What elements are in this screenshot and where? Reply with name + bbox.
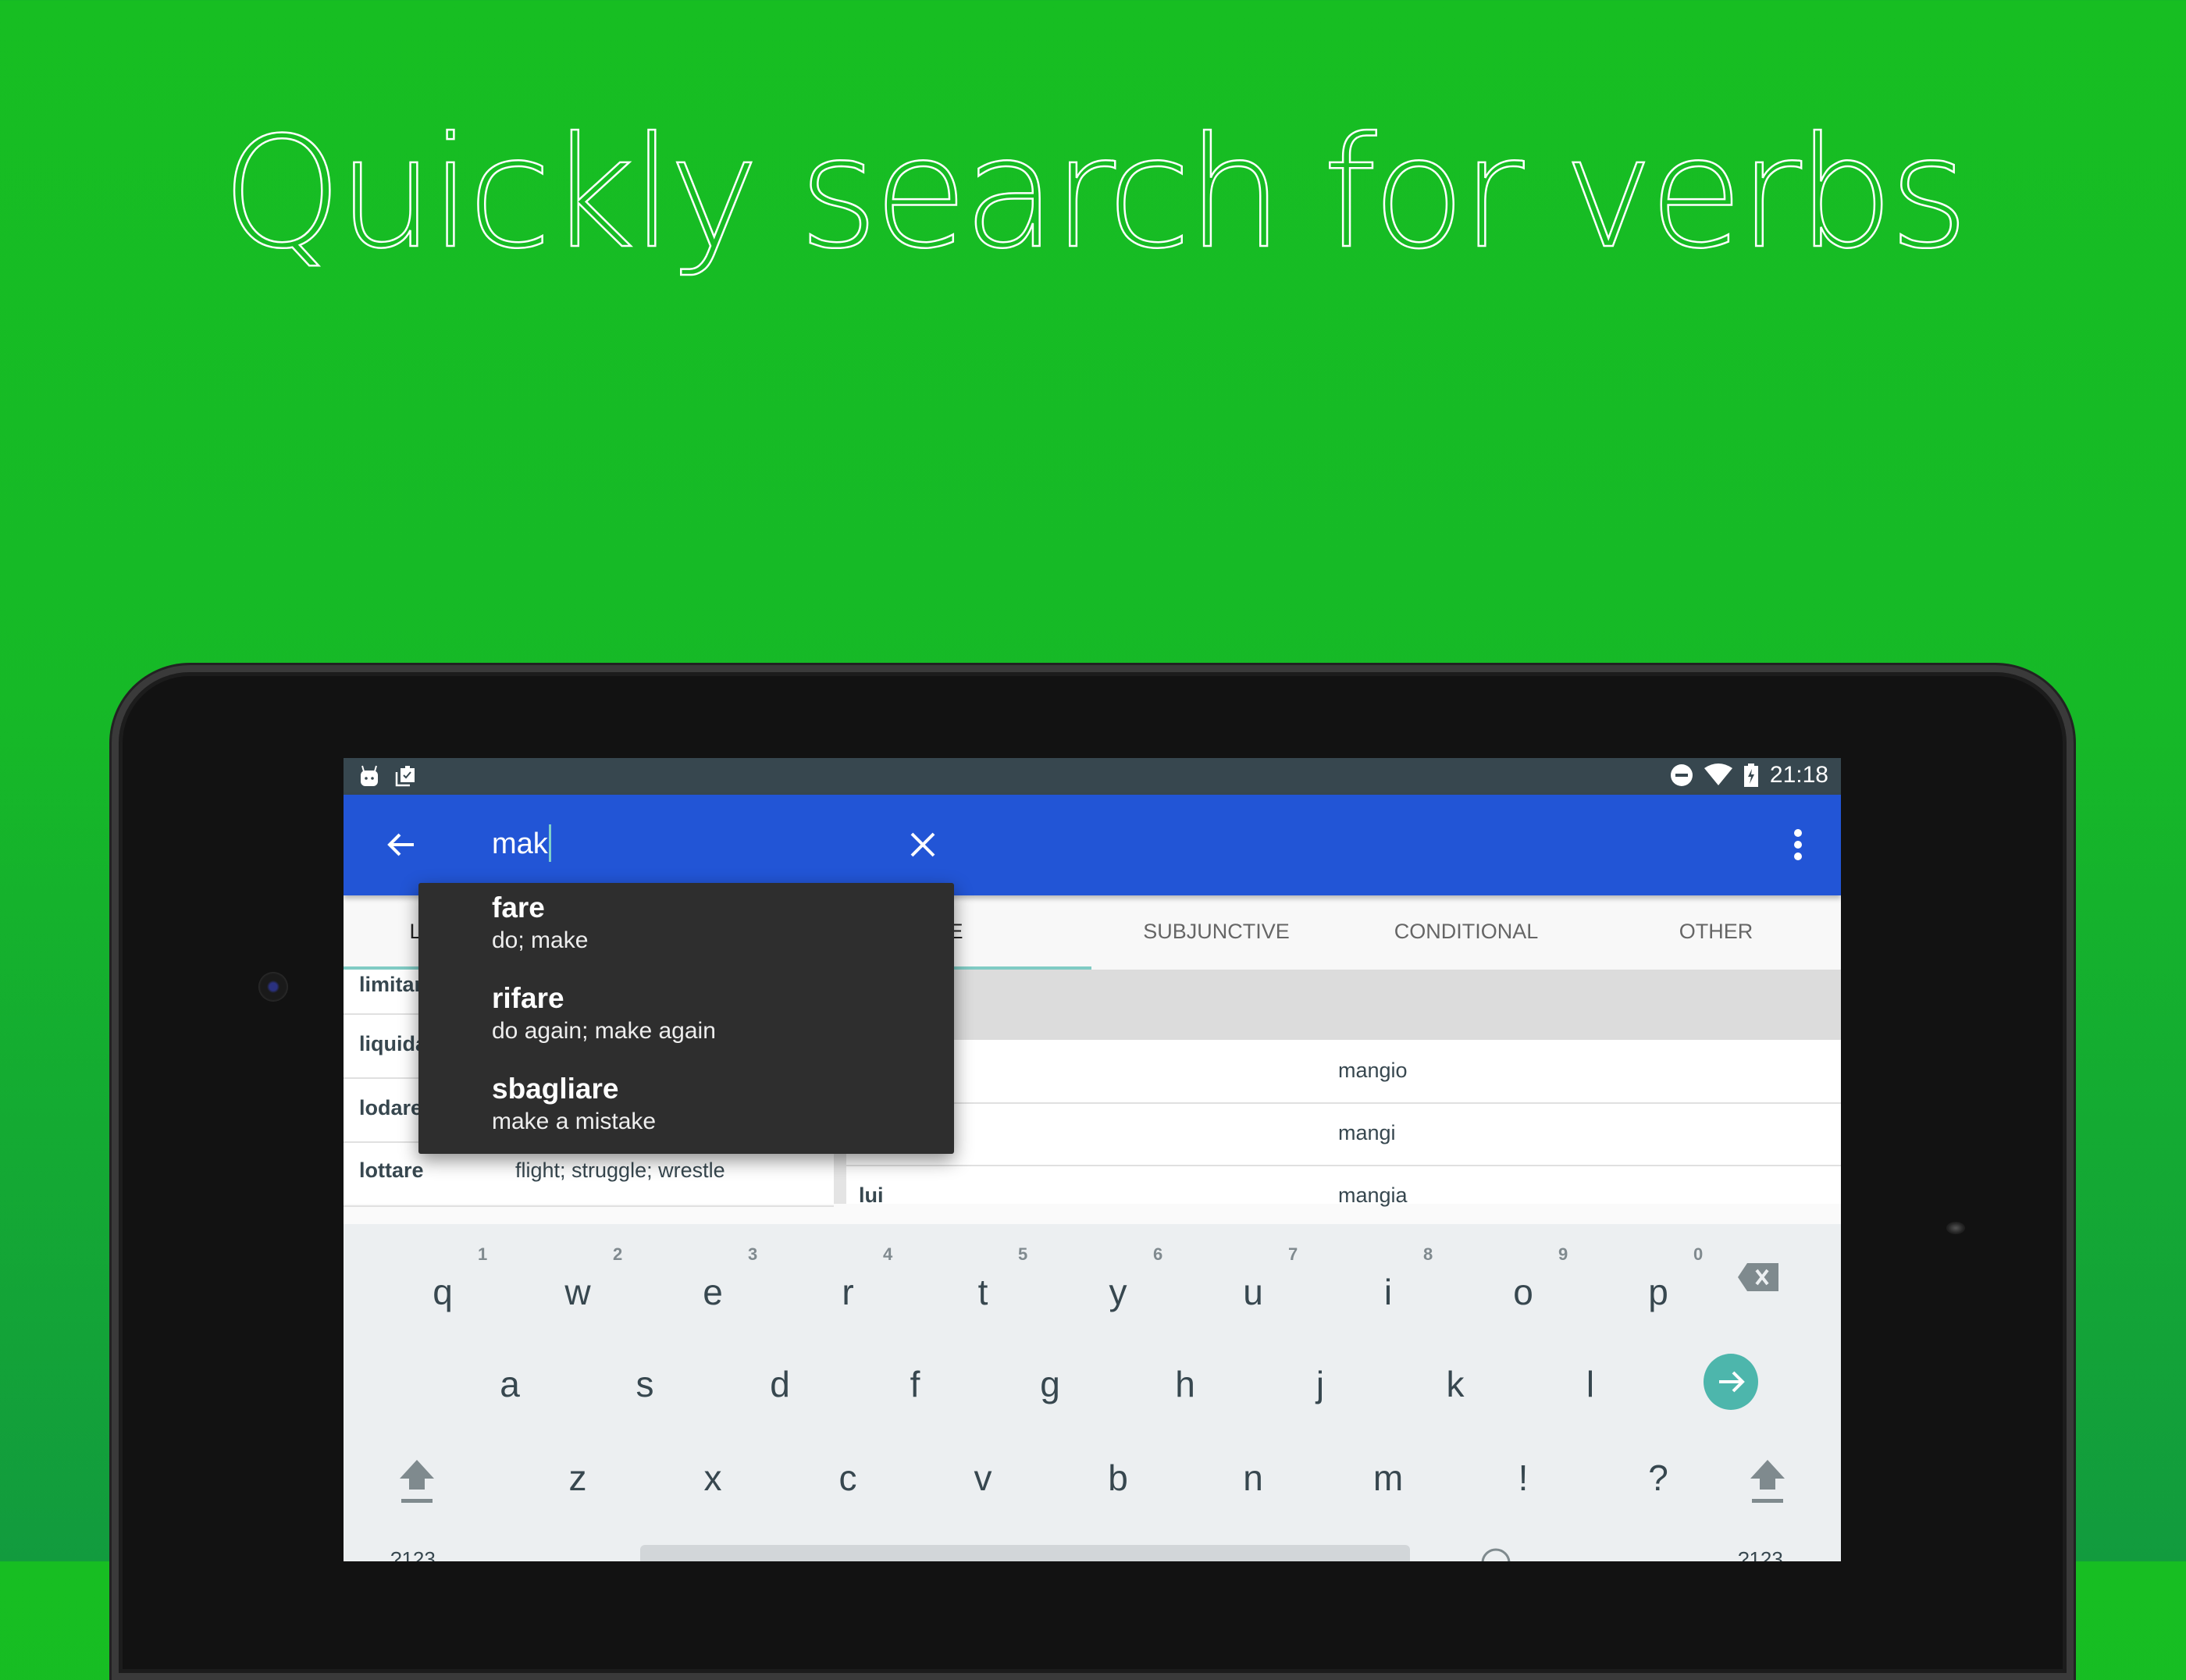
search-input[interactable]: mak [492,824,551,863]
tense-header [846,970,1841,1040]
key-hint: 0 [1693,1244,1704,1264]
shift-right-icon[interactable] [1747,1458,1788,1507]
key-i[interactable]: i [1365,1271,1412,1313]
key-x[interactable]: x [689,1457,736,1499]
search-app-bar: mak [344,795,1841,895]
key-l[interactable]: l [1567,1363,1614,1405]
headline: Quickly search for verbs [221,104,1970,284]
key-n[interactable]: n [1230,1457,1276,1499]
device-screen: 21:18 mak L CATIVE SUBJUNCTIVE CONDITION… [344,758,1841,1561]
key-g[interactable]: g [1027,1363,1073,1405]
key-s[interactable]: s [621,1363,668,1405]
key-q[interactable]: q [419,1271,466,1313]
table-row: lui mangia [846,1166,1841,1229]
tab-subjunctive[interactable]: SUBJUNCTIVE [1091,895,1341,970]
key-v[interactable]: v [959,1457,1006,1499]
key-d[interactable]: d [757,1363,803,1405]
key-y[interactable]: y [1095,1271,1141,1313]
key-t[interactable]: t [959,1271,1006,1313]
tab-other[interactable]: OTHER [1591,895,1841,970]
space-bar[interactable] [640,1545,1410,1561]
text-cursor [548,824,551,862]
conjugation-table: mangio mangi lui mangia [846,970,1841,1229]
key-hint: 3 [748,1244,758,1264]
key-exclamation[interactable]: ! [1500,1457,1547,1499]
key-hint: 4 [883,1244,893,1264]
key-o[interactable]: o [1500,1271,1547,1313]
on-screen-keyboard: q1 w2 e3 r4 t5 y6 u7 i8 o9 p0 a s d f g h j k l z x c v b n m!?… [344,1224,1841,1561]
do-not-disturb-icon [1670,764,1693,786]
close-icon[interactable] [906,828,940,862]
key-f[interactable]: f [892,1363,938,1405]
shift-left-icon[interactable] [397,1458,437,1507]
suggestion-item[interactable]: fare do; make [492,891,945,956]
key-question[interactable]: ? [1635,1457,1682,1499]
wifi-icon [1704,763,1732,785]
arrow-right-icon [1719,1371,1745,1393]
table-row: mangi [846,1104,1841,1166]
key-hint: 8 [1423,1244,1433,1264]
key-b[interactable]: b [1095,1457,1141,1499]
front-camera [258,972,288,1002]
key-p[interactable]: p [1635,1271,1682,1313]
key-hint: 1 [478,1244,488,1264]
clipboard-check-icon [395,766,415,787]
search-query-text: mak [492,828,548,860]
key-hint: 2 [613,1244,623,1264]
more-vert-icon[interactable] [1793,828,1803,862]
key-j[interactable]: j [1297,1363,1344,1405]
key-k[interactable]: k [1432,1363,1479,1405]
key-m[interactable]: m [1365,1457,1412,1499]
key-r[interactable]: r [824,1271,871,1313]
android-notification-icon [361,765,378,786]
key-hint: 5 [1018,1244,1028,1264]
key-e[interactable]: e [689,1271,736,1313]
status-time: 21:18 [1769,762,1828,788]
key-h[interactable]: h [1162,1363,1209,1405]
key-a[interactable]: a [486,1363,533,1405]
key-hint: 7 [1288,1244,1298,1264]
enter-button[interactable] [1704,1354,1758,1410]
suggestions-dropdown: fare do; make rifare do again; make agai… [418,883,954,1154]
key-hint: 6 [1153,1244,1163,1264]
tab-conditional[interactable]: CONDITIONAL [1341,895,1591,970]
emoji-icon[interactable] [1480,1547,1511,1561]
suggestion-item[interactable]: sbagliare make a mistake [492,1072,945,1137]
key-u[interactable]: u [1230,1271,1276,1313]
arrow-left-icon[interactable] [383,826,420,863]
backspace-icon[interactable] [1738,1263,1778,1291]
suggestion-item[interactable]: rifare do again; make again [492,981,945,1047]
key-c[interactable]: c [824,1457,871,1499]
table-row: mangio [846,1041,1841,1104]
symbols-key[interactable]: ?123 [390,1547,436,1561]
status-bar: 21:18 [344,758,1841,795]
battery-charging-icon [1743,763,1758,787]
light-sensor [1946,1222,1965,1234]
key-w[interactable]: w [554,1271,601,1313]
key-hint: 9 [1558,1244,1568,1264]
key-z[interactable]: z [554,1457,601,1499]
symbols-key-right[interactable]: ?123 [1738,1547,1783,1561]
